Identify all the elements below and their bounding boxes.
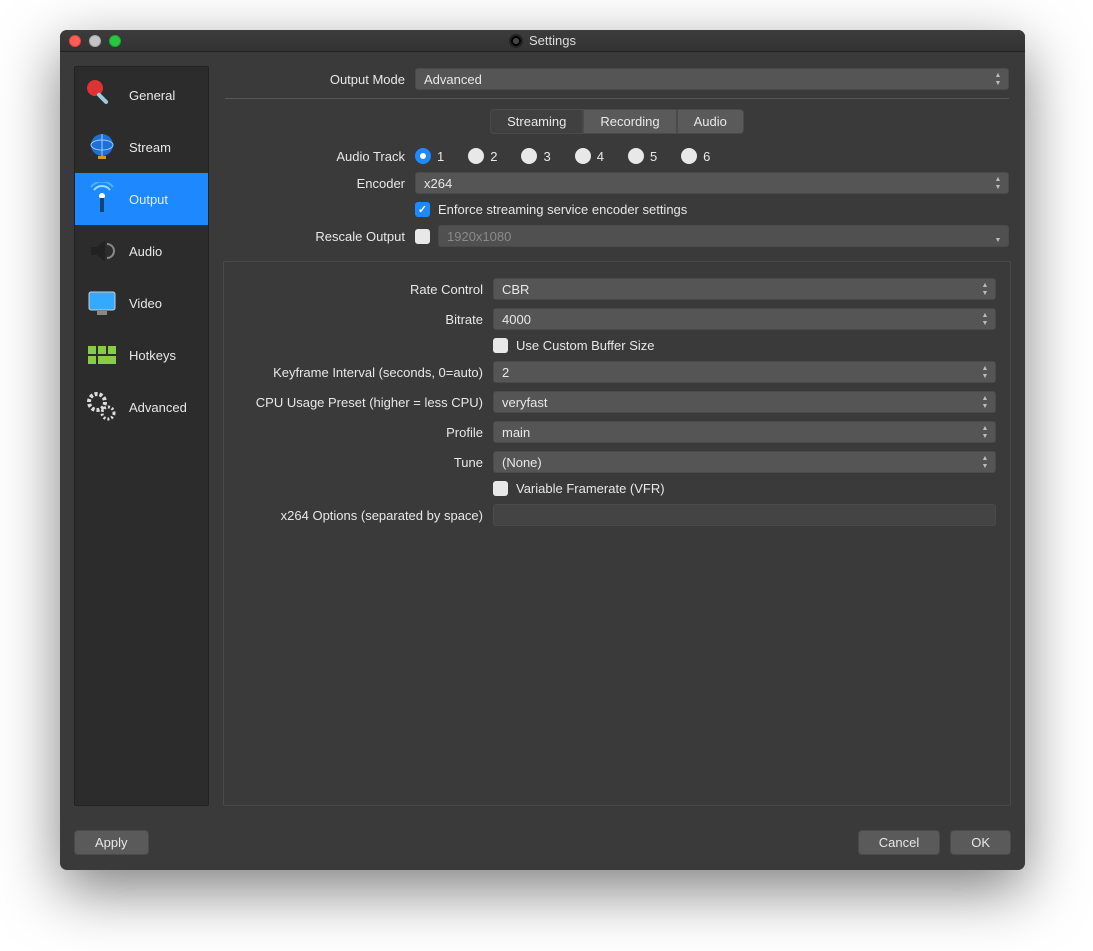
enforce-checkbox[interactable]: Enforce streaming service encoder settin… bbox=[415, 202, 687, 217]
antenna-icon bbox=[85, 182, 119, 216]
stepper-icon: ▲▼ bbox=[991, 71, 1005, 87]
output-mode-label: Output Mode bbox=[225, 72, 415, 87]
rescale-checkbox[interactable] bbox=[415, 229, 430, 244]
sidebar-item-audio[interactable]: Audio bbox=[75, 225, 208, 277]
encoder-settings-panel: Rate Control CBR ▲▼ Bitrate 4000 ▲▼ bbox=[223, 261, 1011, 806]
ok-button[interactable]: OK bbox=[950, 830, 1011, 855]
stepper-icon: ▲▼ bbox=[978, 454, 992, 470]
stepper-icon: ▲▼ bbox=[978, 364, 992, 380]
output-tabs: Streaming Recording Audio bbox=[225, 109, 1009, 134]
tune-select[interactable]: (None) ▲▼ bbox=[493, 451, 996, 473]
stepper-icon: ▲▼ bbox=[991, 175, 1005, 191]
tab-streaming[interactable]: Streaming bbox=[490, 109, 583, 134]
separator bbox=[225, 98, 1009, 99]
settings-sidebar: General Stream Output Audio bbox=[74, 66, 209, 806]
sidebar-item-label: General bbox=[129, 88, 175, 103]
gears-icon bbox=[85, 390, 119, 424]
stepper-icon: ▲▼ bbox=[978, 394, 992, 410]
rate-control-label: Rate Control bbox=[238, 282, 493, 297]
checkbox-icon bbox=[493, 481, 508, 496]
vfr-checkbox[interactable]: Variable Framerate (VFR) bbox=[493, 481, 665, 496]
rescale-select[interactable]: 1920x1080 ▼ bbox=[438, 225, 1009, 247]
cpu-preset-label: CPU Usage Preset (higher = less CPU) bbox=[238, 395, 493, 410]
bitrate-label: Bitrate bbox=[238, 312, 493, 327]
radio-icon bbox=[628, 148, 644, 164]
chevron-down-icon: ▼ bbox=[991, 228, 1005, 244]
audio-track-3[interactable]: 3 bbox=[521, 148, 550, 164]
radio-icon bbox=[521, 148, 537, 164]
sidebar-item-label: Hotkeys bbox=[129, 348, 176, 363]
stepper-icon: ▲▼ bbox=[978, 281, 992, 297]
apply-button[interactable]: Apply bbox=[74, 830, 149, 855]
stepper-icon: ▲▼ bbox=[978, 424, 992, 440]
titlebar: Settings bbox=[60, 30, 1025, 52]
encoder-select[interactable]: x264 ▲▼ bbox=[415, 172, 1009, 194]
wrench-icon bbox=[85, 78, 119, 112]
profile-label: Profile bbox=[238, 425, 493, 440]
audio-track-6[interactable]: 6 bbox=[681, 148, 710, 164]
tune-label: Tune bbox=[238, 455, 493, 470]
window-title: Settings bbox=[529, 33, 576, 48]
sidebar-item-label: Stream bbox=[129, 140, 171, 155]
audio-track-1[interactable]: 1 bbox=[415, 148, 444, 164]
radio-icon bbox=[681, 148, 697, 164]
checkbox-icon bbox=[415, 202, 430, 217]
keyframe-input[interactable]: 2 ▲▼ bbox=[493, 361, 996, 383]
encoder-label: Encoder bbox=[225, 176, 415, 191]
dialog-footer: Apply Cancel OK bbox=[60, 820, 1025, 870]
radio-icon bbox=[575, 148, 591, 164]
globe-icon bbox=[85, 130, 119, 164]
monitor-icon bbox=[85, 286, 119, 320]
tab-recording[interactable]: Recording bbox=[583, 109, 676, 134]
sidebar-item-hotkeys[interactable]: Hotkeys bbox=[75, 329, 208, 381]
x264-options-label: x264 Options (separated by space) bbox=[238, 508, 493, 523]
main-content: Output Mode Advanced ▲▼ Streaming Record… bbox=[223, 66, 1011, 806]
keyframe-label: Keyframe Interval (seconds, 0=auto) bbox=[238, 365, 493, 380]
audio-track-label: Audio Track bbox=[225, 149, 415, 164]
rescale-label: Rescale Output bbox=[225, 229, 415, 244]
custom-buffer-checkbox[interactable]: Use Custom Buffer Size bbox=[493, 338, 654, 353]
sidebar-item-label: Video bbox=[129, 296, 162, 311]
profile-select[interactable]: main ▲▼ bbox=[493, 421, 996, 443]
sidebar-item-label: Output bbox=[129, 192, 168, 207]
settings-window: Settings General Stream Output bbox=[60, 30, 1025, 870]
sidebar-item-general[interactable]: General bbox=[75, 69, 208, 121]
cancel-button[interactable]: Cancel bbox=[858, 830, 940, 855]
keyboard-icon bbox=[85, 338, 119, 372]
x264-options-input[interactable] bbox=[493, 504, 996, 526]
checkbox-icon bbox=[493, 338, 508, 353]
stepper-icon: ▲▼ bbox=[978, 311, 992, 327]
sidebar-item-label: Advanced bbox=[129, 400, 187, 415]
sidebar-item-stream[interactable]: Stream bbox=[75, 121, 208, 173]
rate-control-select[interactable]: CBR ▲▼ bbox=[493, 278, 996, 300]
sidebar-item-output[interactable]: Output bbox=[75, 173, 208, 225]
output-mode-select[interactable]: Advanced ▲▼ bbox=[415, 68, 1009, 90]
audio-track-4[interactable]: 4 bbox=[575, 148, 604, 164]
audio-track-5[interactable]: 5 bbox=[628, 148, 657, 164]
audio-track-radios: 1 2 3 4 5 6 bbox=[415, 148, 710, 164]
tab-audio[interactable]: Audio bbox=[677, 109, 744, 134]
sidebar-item-label: Audio bbox=[129, 244, 162, 259]
sidebar-item-video[interactable]: Video bbox=[75, 277, 208, 329]
sidebar-item-advanced[interactable]: Advanced bbox=[75, 381, 208, 433]
speaker-icon bbox=[85, 234, 119, 268]
obs-logo-icon bbox=[509, 34, 523, 48]
cpu-preset-select[interactable]: veryfast ▲▼ bbox=[493, 391, 996, 413]
bitrate-input[interactable]: 4000 ▲▼ bbox=[493, 308, 996, 330]
radio-icon bbox=[468, 148, 484, 164]
audio-track-2[interactable]: 2 bbox=[468, 148, 497, 164]
radio-icon bbox=[415, 148, 431, 164]
